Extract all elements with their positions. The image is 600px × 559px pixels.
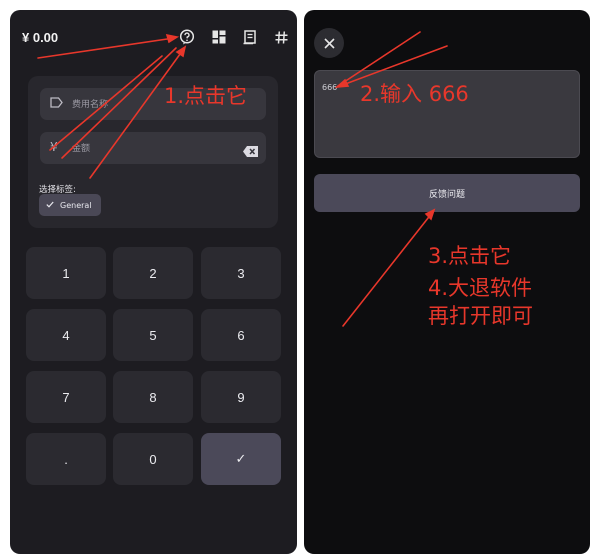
close-button[interactable] <box>314 28 344 58</box>
step1-annotation: 1.点击它 <box>164 84 248 108</box>
key-7[interactable]: 7 <box>26 371 106 423</box>
key-1[interactable]: 1 <box>26 247 106 299</box>
expense-name-placeholder: 费用名称 <box>72 100 109 110</box>
currency-symbol: ¥ <box>50 140 58 154</box>
feedback-input-value: 666 <box>322 83 338 92</box>
key-8[interactable]: 8 <box>113 371 193 423</box>
tag-chip-label: General <box>60 200 92 210</box>
help-circle-icon[interactable] <box>178 28 196 46</box>
key-5[interactable]: 5 <box>113 309 193 361</box>
key-2[interactable]: 2 <box>113 247 193 299</box>
confirm-button[interactable]: ✓ <box>201 433 281 485</box>
label-tag-icon <box>50 97 63 111</box>
backspace-icon[interactable] <box>243 142 258 161</box>
check-icon <box>46 201 54 210</box>
key-6[interactable]: 6 <box>201 309 281 361</box>
step2-annotation: 2.输入 666 <box>360 82 469 106</box>
key-9[interactable]: 9 <box>201 371 281 423</box>
key-4[interactable]: 4 <box>26 309 106 361</box>
receipt-icon[interactable] <box>241 28 259 46</box>
step4-annotation: 4.大退软件 <box>428 276 533 300</box>
panel-divider <box>297 10 304 554</box>
amount-placeholder: 金额 <box>72 144 91 154</box>
amount-field[interactable]: ¥ 金额 <box>40 132 266 164</box>
feedback-submit-button[interactable]: 反馈问题 <box>314 174 580 212</box>
key-3[interactable]: 3 <box>201 247 281 299</box>
dashboard-icon[interactable] <box>210 28 228 46</box>
step3-annotation: 3.点击它 <box>428 244 512 268</box>
balance-display: ¥ 0.00 <box>22 30 59 45</box>
hash-icon[interactable] <box>272 28 290 46</box>
tag-chip-general[interactable]: General <box>39 194 101 216</box>
key-decimal[interactable]: . <box>26 433 106 485</box>
expense-entry-screen: ¥ 0.00 费用名称 ¥ 金额 选择标签: General 1 2 3 4 5… <box>10 10 297 554</box>
key-0[interactable]: 0 <box>113 433 193 485</box>
step5-annotation: 再打开即可 <box>428 304 533 328</box>
close-icon <box>323 34 335 53</box>
